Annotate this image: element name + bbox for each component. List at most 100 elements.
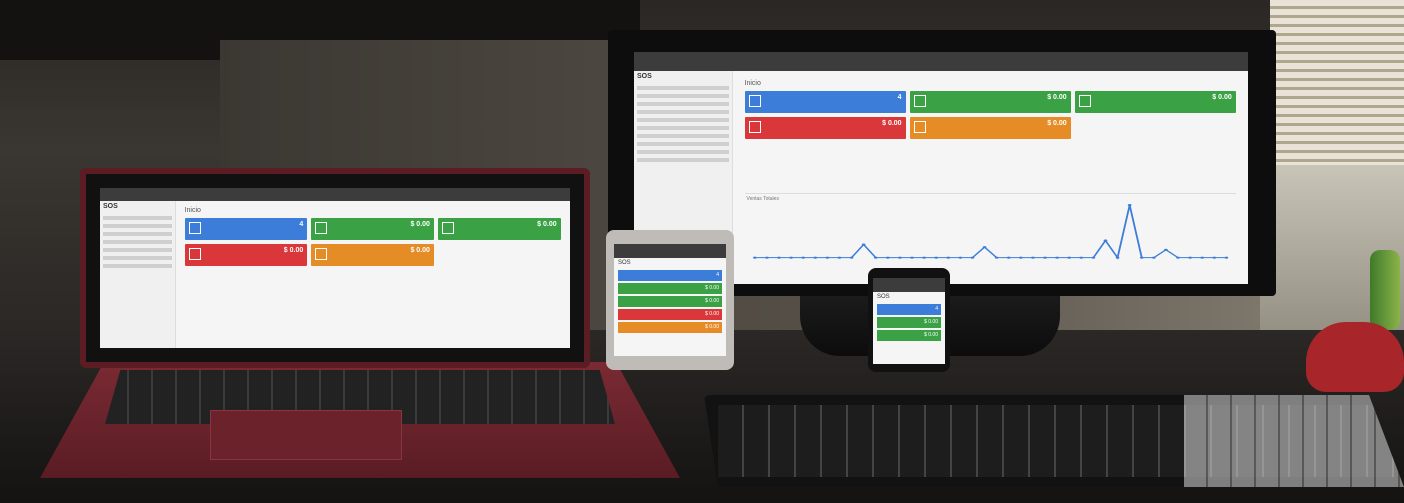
data-point — [994, 256, 999, 259]
browser-toolbar — [873, 278, 945, 292]
sidebar-item[interactable] — [637, 125, 730, 130]
sales-chart: Ventas Totales — [744, 192, 1236, 263]
data-point — [982, 245, 986, 249]
tile-value: 4 — [299, 221, 304, 229]
window-blinds — [1270, 0, 1404, 170]
data-point — [1199, 256, 1204, 259]
data-point — [1163, 248, 1168, 251]
browser-toolbar — [614, 244, 726, 258]
sidebar-item[interactable] — [637, 157, 730, 162]
data-point — [1054, 256, 1059, 259]
stat-tile[interactable]: 4 — [744, 90, 906, 113]
tablet: SOS 4 $ 0.00 $ 0.00 $ 0.00 $ 0.00 — [606, 230, 734, 370]
sidebar-item[interactable] — [637, 109, 730, 114]
data-point — [1211, 256, 1216, 259]
data-point — [1018, 256, 1023, 259]
stat-tile[interactable]: 4 — [618, 270, 722, 281]
cart-icon — [748, 120, 761, 133]
upload-icon — [913, 120, 926, 133]
tile-value: $ 0.00 — [410, 247, 430, 255]
sidebar-item[interactable] — [637, 149, 730, 154]
sidebar-item[interactable] — [103, 231, 173, 236]
data-point — [812, 256, 817, 259]
tile-value: $ 0.00 — [1212, 93, 1232, 101]
tile-value: 4 — [716, 272, 719, 278]
sidebar-item[interactable] — [637, 101, 730, 106]
cart-icon — [188, 248, 201, 261]
sidebar-item[interactable] — [637, 133, 730, 138]
sidebar-item[interactable] — [637, 85, 730, 90]
receipt-icon — [748, 94, 761, 107]
tile-value: 4 — [897, 93, 902, 101]
stat-tile[interactable]: $ 0.00 — [618, 296, 722, 307]
sidebar: SOS — [100, 200, 177, 348]
sidebar-item[interactable] — [103, 247, 173, 252]
data-point — [837, 256, 841, 259]
stat-tile[interactable]: $ 0.00 — [437, 218, 561, 241]
stat-tile[interactable]: $ 0.00 — [909, 116, 1071, 139]
chart-heading: Ventas Totales — [746, 195, 779, 202]
data-point — [825, 256, 829, 259]
data-point — [1151, 256, 1156, 259]
data-point — [752, 256, 757, 259]
stat-tile[interactable]: $ 0.00 — [311, 218, 434, 241]
app-logo: SOS — [877, 294, 890, 300]
sidebar-item[interactable] — [637, 117, 730, 122]
stat-tile[interactable]: $ 0.00 — [618, 309, 722, 320]
sidebar-item[interactable] — [103, 239, 173, 244]
stat-tile[interactable]: $ 0.00 — [618, 322, 722, 333]
series-line — [754, 204, 1226, 260]
stat-tile[interactable]: $ 0.00 — [1074, 90, 1236, 113]
sidebar-item[interactable] — [637, 93, 730, 98]
stat-tile[interactable]: $ 0.00 — [877, 330, 941, 341]
data-point — [1139, 256, 1144, 259]
data-point — [861, 243, 866, 246]
data-point — [849, 256, 853, 259]
sidebar-item[interactable] — [103, 263, 173, 268]
data-point — [1187, 256, 1192, 259]
tile-value: $ 0.00 — [283, 247, 304, 255]
stat-tile[interactable]: $ 0.00 — [184, 244, 308, 267]
data-point — [1042, 256, 1047, 259]
dashboard: Inicio 4 $ 0.00 $ 0.00 $ 0.00 $ 0.00 — [184, 207, 561, 341]
tile-value: $ 0.00 — [1047, 93, 1067, 101]
app-ui: SOS Inicio 4 $ 0.00 $ 0.00 $ 0.00 $ 0.00 — [100, 188, 570, 348]
data-point — [1091, 256, 1095, 259]
data-point — [897, 256, 902, 259]
stat-tile[interactable]: 4 — [877, 304, 941, 315]
tile-value: $ 0.00 — [410, 221, 430, 229]
laptop-screen: SOS Inicio 4 $ 0.00 $ 0.00 $ 0.00 $ 0.00 — [100, 188, 570, 348]
app-logo: SOS — [637, 72, 652, 80]
money-icon — [913, 94, 926, 107]
stat-tile[interactable]: $ 0.00 — [909, 90, 1071, 113]
receipt-icon — [188, 222, 201, 235]
data-point — [1103, 239, 1107, 242]
data-point — [945, 256, 950, 259]
tile-value: $ 0.00 — [705, 298, 719, 304]
tile-value: $ 0.00 — [924, 319, 938, 325]
sidebar-item[interactable] — [637, 141, 730, 146]
sidebar-item[interactable] — [103, 223, 173, 228]
browser-toolbar — [100, 188, 570, 201]
sidebar-item[interactable] — [103, 255, 173, 260]
stat-tile[interactable]: $ 0.00 — [618, 283, 722, 294]
data-point — [800, 256, 805, 259]
tile-value: $ 0.00 — [705, 285, 719, 291]
data-point — [1115, 256, 1119, 259]
app-logo: SOS — [618, 260, 631, 266]
stat-tile[interactable]: $ 0.00 — [744, 116, 906, 139]
tile-value: $ 0.00 — [882, 119, 902, 127]
data-point — [1030, 256, 1035, 259]
data-point — [1066, 256, 1071, 259]
stat-tile[interactable]: $ 0.00 — [877, 317, 941, 328]
data-point — [764, 256, 769, 259]
data-point — [921, 256, 926, 259]
data-point — [970, 256, 974, 259]
stat-tile[interactable]: $ 0.00 — [311, 244, 434, 267]
tablet-screen: SOS 4 $ 0.00 $ 0.00 $ 0.00 $ 0.00 — [614, 244, 726, 356]
data-point — [885, 256, 890, 259]
stat-tile[interactable]: 4 — [184, 218, 308, 241]
tile-value: $ 0.00 — [705, 311, 719, 317]
sidebar-item[interactable] — [103, 215, 173, 220]
plant — [1370, 250, 1400, 330]
